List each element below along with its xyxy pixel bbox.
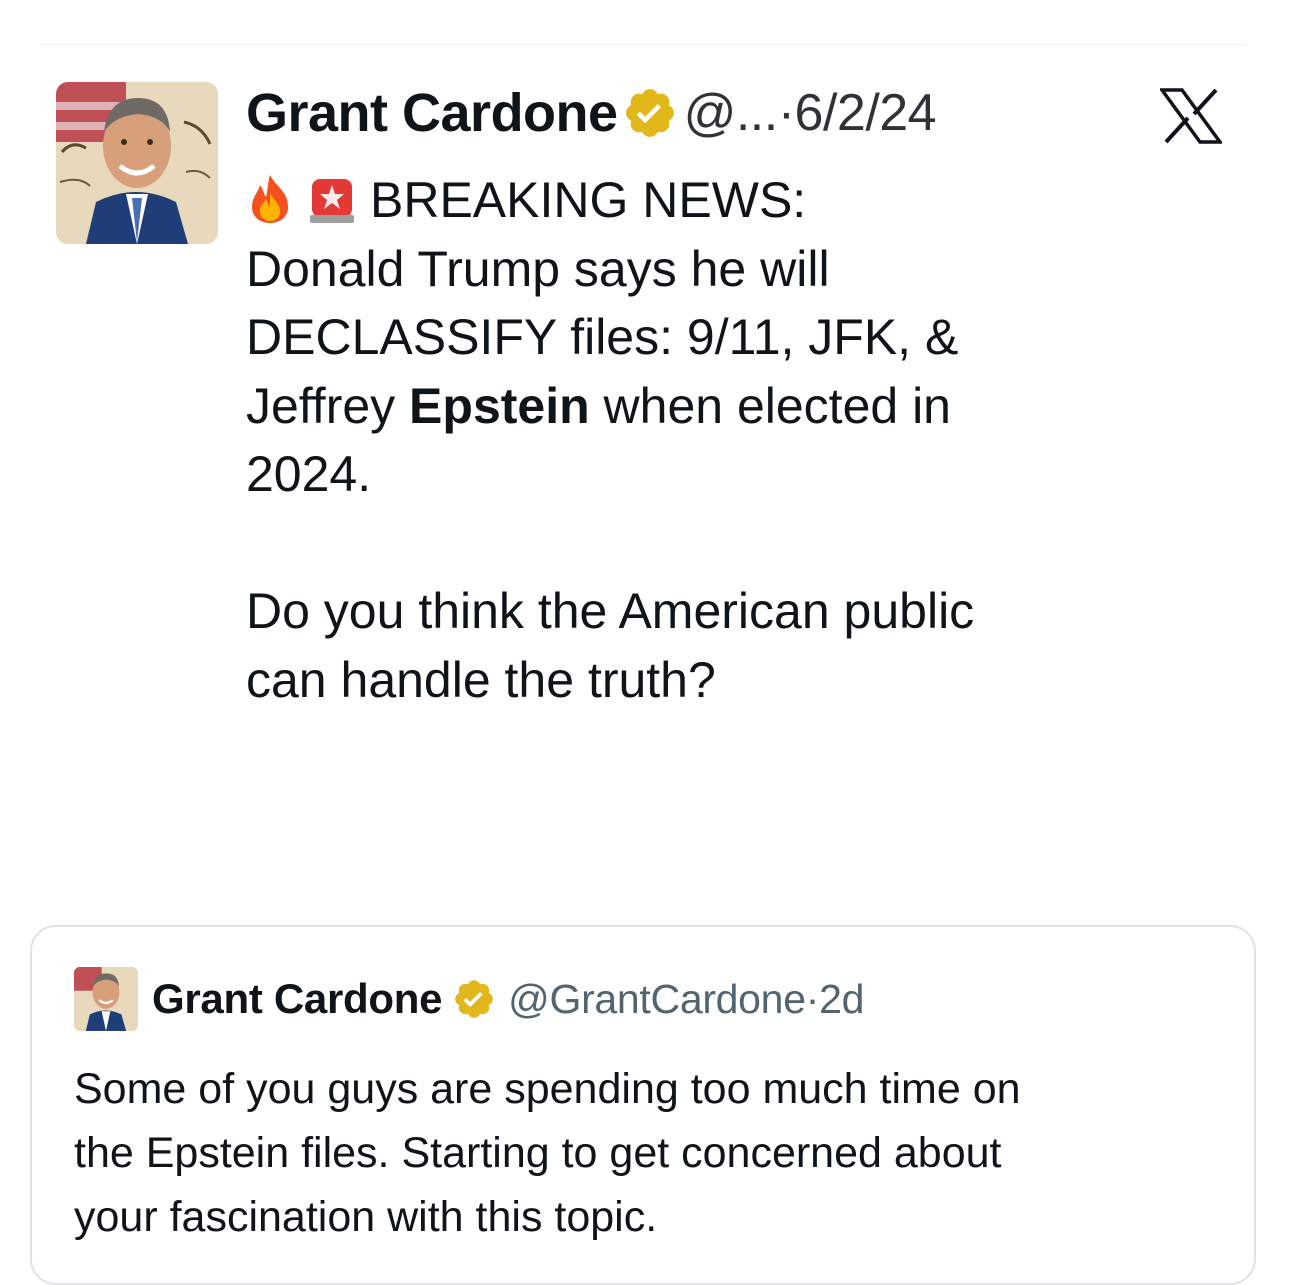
verified-badge-icon (452, 977, 496, 1021)
text-span: when elected in (589, 377, 951, 434)
tweet-body-line: Jeffrey Epstein when elected in (246, 372, 1256, 441)
separator-dot: · (805, 975, 820, 1022)
avatar-portrait-image (56, 82, 218, 244)
verified-badge-icon (622, 85, 678, 141)
tweet-body-line: Do you think the American public (246, 583, 975, 639)
tweet-date[interactable]: 6/2/24 (795, 83, 937, 143)
tweet-body: BREAKING NEWS: Donald Trump says he will… (246, 166, 1256, 714)
separator-dot: · (777, 84, 795, 142)
quoted-tweet-age[interactable]: 2d (819, 976, 864, 1023)
quoted-tweet-header: Grant Cardone @GrantCardone · 2d (152, 971, 864, 1027)
quoted-author-name[interactable]: Grant Cardone (152, 975, 442, 1023)
quoted-tweet-body: Some of you guys are spending too much t… (74, 1057, 1224, 1249)
quoted-body-line: your fascination with this topic. (74, 1193, 658, 1241)
tweet-body-line: 2024. (246, 446, 372, 502)
tweet-body-line: Donald Trump says he will (246, 240, 830, 297)
breaking-news-text: BREAKING NEWS: (370, 172, 807, 228)
avatar-portrait-image (74, 967, 138, 1031)
quoted-tweet-card[interactable]: Grant Cardone @GrantCardone · 2d Some of… (30, 925, 1256, 1285)
tweet-body-line: BREAKING NEWS: (246, 166, 1256, 235)
text-span: Jeffrey (246, 377, 410, 434)
handle[interactable]: @... (684, 83, 779, 143)
fire-emoji-icon (246, 173, 294, 225)
author-name[interactable]: Grant Cardone (246, 82, 618, 144)
avatar[interactable] (56, 82, 218, 244)
tweet-body-line: can handle the truth? (246, 651, 716, 708)
x-logo-icon[interactable] (1158, 88, 1224, 144)
highlighted-term: Epstein (409, 377, 590, 434)
tweet-body-line: DECLASSIFY files: 9/11, JFK, & (246, 309, 959, 365)
quoted-avatar[interactable] (74, 967, 138, 1031)
siren-emoji-icon (308, 173, 356, 225)
tweet[interactable]: Grant Cardone @... · 6/2/24 BREAKING NEW… (0, 0, 1290, 1285)
quoted-body-line: Some of you guys are spending too much t… (74, 1065, 1021, 1113)
tweet-header: Grant Cardone @... · 6/2/24 (246, 78, 937, 148)
quoted-body-line: the Epstein files. Starting to get conce… (74, 1129, 1002, 1177)
quoted-handle[interactable]: @GrantCardone (508, 976, 806, 1023)
